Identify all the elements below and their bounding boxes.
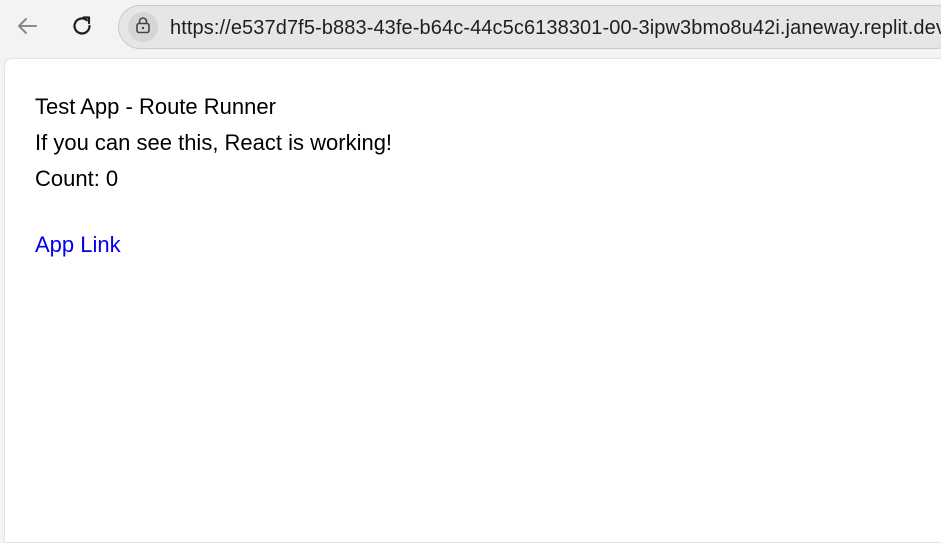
browser-toolbar: https://e537d7f5-b883-43fe-b64c-44c5c613…: [0, 0, 941, 58]
site-info-button[interactable]: [128, 12, 158, 42]
back-arrow-icon: [14, 13, 40, 44]
link-row: App Link: [35, 231, 392, 267]
url-text[interactable]: https://e537d7f5-b883-43fe-b64c-44c5c613…: [170, 17, 941, 40]
page-content: Test App - Route Runner If you can see t…: [35, 93, 392, 267]
reload-icon: [69, 13, 95, 44]
reload-button[interactable]: [64, 10, 100, 46]
app-link[interactable]: App Link: [35, 232, 121, 257]
back-button[interactable]: [9, 10, 45, 46]
lock-icon: [134, 16, 152, 39]
address-bar[interactable]: https://e537d7f5-b883-43fe-b64c-44c5c613…: [118, 5, 941, 49]
count-display: Count: 0: [35, 166, 119, 191]
status-message: If you can see this, React is working!: [35, 130, 393, 155]
page-viewport: Test App - Route Runner If you can see t…: [4, 58, 941, 543]
page-heading: Test App - Route Runner: [35, 94, 276, 119]
